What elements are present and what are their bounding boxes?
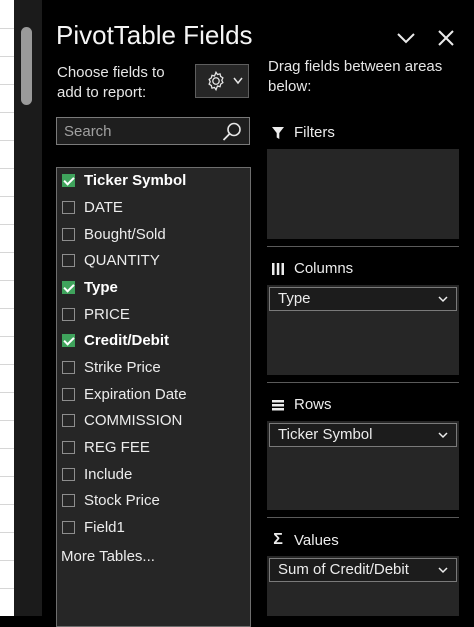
worksheet-edge: [0, 0, 14, 616]
filter-icon: [272, 126, 284, 139]
gear-icon: [208, 70, 224, 92]
rows-icon: [272, 399, 284, 410]
chevron-down-icon: [438, 567, 448, 574]
values-area-label: Σ Values: [270, 531, 339, 549]
field-checkbox[interactable]: [62, 360, 75, 374]
field-item-include[interactable]: Include: [62, 463, 132, 485]
field-item-commission[interactable]: COMMISSION: [62, 409, 182, 431]
field-item-bought-sold[interactable]: Bought/Sold: [62, 223, 166, 245]
pivottable-fields-pane: PivotTable Fields Choose fields to add t…: [42, 0, 474, 627]
values-drop-area[interactable]: Sum of Credit/Debit: [267, 556, 459, 616]
search-icon[interactable]: [221, 121, 243, 143]
pane-options-chevron-button[interactable]: [394, 26, 418, 50]
field-checkbox[interactable]: [62, 440, 75, 454]
filters-area-label: Filters: [270, 124, 335, 141]
field-item-ticker-symbol[interactable]: Ticker Symbol: [62, 169, 186, 191]
field-checkbox[interactable]: [62, 200, 75, 214]
rows-area-label: Rows: [270, 396, 332, 413]
field-checkbox[interactable]: [62, 387, 75, 401]
tools-settings-button[interactable]: [195, 64, 249, 98]
values-field-dropdown[interactable]: Sum of Credit/Debit: [269, 558, 457, 582]
field-item-reg-fee[interactable]: REG FEE: [62, 436, 150, 458]
field-checkbox[interactable]: [62, 280, 75, 294]
field-item-quantity[interactable]: QUANTITY: [62, 249, 160, 271]
field-item-expiration-date[interactable]: Expiration Date: [62, 383, 187, 405]
field-checkbox[interactable]: [62, 467, 75, 481]
field-checkbox[interactable]: [62, 227, 75, 241]
field-label: COMMISSION: [84, 411, 183, 429]
field-label: Field1: [84, 518, 125, 536]
choose-fields-text: Choose fields to add to report:: [57, 64, 165, 101]
field-checkbox[interactable]: [62, 333, 75, 347]
field-item-field1[interactable]: Field1: [62, 516, 125, 538]
field-label: Credit/Debit: [84, 331, 170, 349]
field-label: Include: [84, 465, 133, 483]
sigma-icon: Σ: [273, 531, 283, 548]
field-item-type[interactable]: Type: [62, 276, 118, 298]
columns-area-label: Columns: [270, 260, 353, 277]
field-label: PRICE: [84, 305, 130, 323]
field-label: Bought/Sold: [84, 225, 166, 243]
chevron-down-icon: [438, 296, 448, 303]
field-checkbox[interactable]: [62, 493, 75, 507]
area-divider: [267, 382, 459, 383]
columns-field-dropdown[interactable]: Type: [269, 287, 457, 311]
drag-fields-text: Drag fields between areas below:: [268, 58, 443, 95]
columns-icon: [272, 262, 284, 275]
search-input[interactable]: [57, 118, 217, 144]
rows-field-dropdown[interactable]: Ticker Symbol: [269, 423, 457, 447]
pane-title: PivotTable Fields: [56, 20, 253, 50]
field-label: Ticker Symbol: [84, 171, 187, 189]
area-divider: [267, 246, 459, 247]
filters-drop-area[interactable]: [267, 149, 459, 239]
field-checkbox[interactable]: [62, 413, 75, 427]
field-item-date[interactable]: DATE: [62, 196, 123, 218]
field-item-credit-debit[interactable]: Credit/Debit: [62, 329, 169, 351]
field-checkbox[interactable]: [62, 307, 75, 321]
field-label: QUANTITY: [84, 251, 160, 269]
field-checkbox[interactable]: [62, 253, 75, 267]
field-search-box: [56, 117, 250, 145]
field-label: Expiration Date: [84, 385, 187, 403]
scrollbar-thumb[interactable]: [21, 27, 32, 105]
more-tables-link[interactable]: More Tables...: [61, 548, 155, 565]
field-label: Stock Price: [84, 491, 160, 509]
field-label: Type: [84, 278, 118, 296]
field-label: REG FEE: [84, 438, 150, 456]
close-icon: [438, 30, 454, 46]
close-button[interactable]: [434, 26, 458, 50]
field-item-strike-price[interactable]: Strike Price: [62, 356, 161, 378]
chevron-down-icon: [438, 432, 448, 439]
field-label: Strike Price: [84, 358, 161, 376]
field-label: DATE: [84, 198, 123, 216]
rows-drop-area[interactable]: Ticker Symbol: [267, 421, 459, 510]
field-checkbox[interactable]: [62, 520, 75, 534]
field-item-stock-price[interactable]: Stock Price: [62, 489, 160, 511]
field-checkbox[interactable]: [62, 173, 75, 187]
chevron-down-icon: [397, 33, 415, 44]
field-list: Ticker Symbol DATE Bought/Sold QUANTITY …: [56, 167, 251, 627]
chevron-down-icon: [233, 77, 243, 85]
field-item-price[interactable]: PRICE: [62, 303, 130, 325]
area-divider: [267, 517, 459, 518]
columns-drop-area[interactable]: Type: [267, 285, 459, 375]
